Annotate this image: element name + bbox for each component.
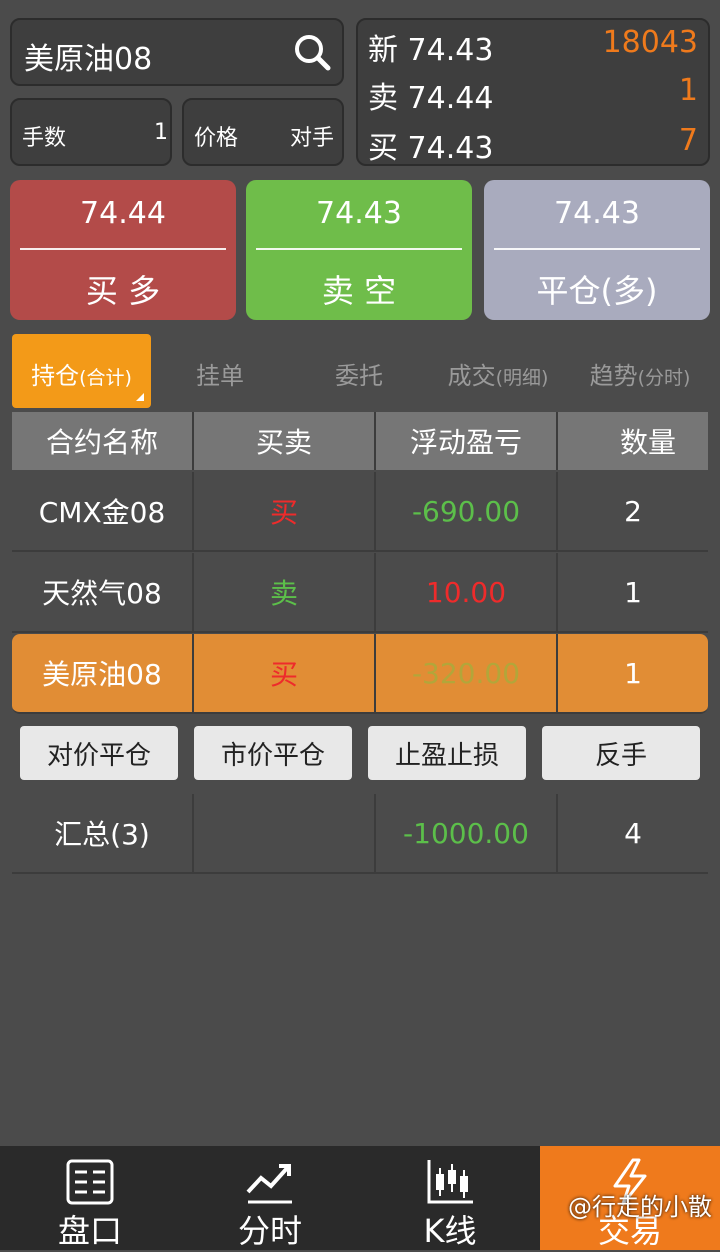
quote-ask-label: 卖 74.44 bbox=[368, 81, 494, 116]
summary-label: 汇总(3) bbox=[54, 818, 150, 851]
row-contract: 天然气08 bbox=[42, 577, 162, 610]
symbol-name: 美原油08 bbox=[24, 42, 153, 77]
tab-trend[interactable]: 趋势(分时) bbox=[570, 334, 710, 408]
order-book-icon bbox=[66, 1159, 114, 1205]
close-at-counter-price-button[interactable]: 对价平仓 bbox=[20, 726, 178, 780]
row-pnl: 10.00 bbox=[374, 553, 556, 631]
table-row[interactable]: 天然气08 卖 10.00 1 bbox=[12, 553, 708, 633]
summary-row: 汇总(3) -1000.00 4 bbox=[12, 794, 708, 874]
row-qty: 1 bbox=[556, 634, 708, 712]
summary-pnl: -1000.00 bbox=[374, 794, 556, 872]
take-profit-stop-loss-button[interactable]: 止盈止损 bbox=[368, 726, 526, 780]
close-at-market-button[interactable]: 市价平仓 bbox=[194, 726, 352, 780]
buy-long-label: 买 多 bbox=[85, 272, 161, 310]
row-side: 卖 bbox=[192, 553, 374, 631]
search-icon[interactable] bbox=[292, 32, 332, 72]
close-long-price: 74.43 bbox=[554, 196, 640, 231]
tab-trend-sub: (分时) bbox=[637, 367, 691, 389]
quote-row-last: 新 74.43 18043 bbox=[368, 20, 698, 68]
nav-intraday-label: 分时 bbox=[237, 1212, 302, 1250]
nav-order-book[interactable]: 盘口 bbox=[0, 1146, 180, 1250]
divider bbox=[20, 248, 226, 250]
watermark-text: @行走的小散 bbox=[568, 1193, 712, 1221]
header-side: 买卖 bbox=[192, 412, 374, 470]
lots-value: 1 bbox=[154, 120, 168, 145]
quote-panel: 新 74.43 18043 卖 74.44 1 买 74.43 7 bbox=[356, 18, 710, 166]
quote-last-volume: 18043 bbox=[602, 25, 698, 60]
tab-fills-label: 成交 bbox=[447, 362, 496, 390]
buy-long-price: 74.44 bbox=[80, 196, 166, 231]
nav-order-book-label: 盘口 bbox=[57, 1212, 122, 1250]
close-long-label: 平仓(多) bbox=[536, 272, 658, 310]
row-pnl: -690.00 bbox=[374, 472, 556, 550]
header-pnl: 浮动盈亏 bbox=[374, 412, 556, 470]
row-contract: 美原油08 bbox=[42, 658, 162, 691]
lots-label: 手数 bbox=[22, 126, 67, 151]
quote-ask-volume: 1 bbox=[678, 73, 698, 108]
quote-bid-label: 买 74.43 bbox=[368, 131, 494, 166]
nav-kline[interactable]: K线 bbox=[360, 1146, 540, 1250]
tab-pending-label: 挂单 bbox=[196, 362, 244, 390]
quote-row-bid: 买 74.43 7 bbox=[368, 118, 698, 166]
trend-chart-icon bbox=[246, 1164, 292, 1204]
table-row[interactable]: CMX金08 买 -690.00 2 bbox=[12, 472, 708, 552]
tab-fills-sub: (明细) bbox=[495, 367, 549, 389]
row-pnl: -320.00 bbox=[374, 634, 556, 712]
divider bbox=[494, 248, 700, 250]
nav-kline-label: K线 bbox=[423, 1212, 477, 1250]
tab-orders[interactable]: 委托 bbox=[294, 334, 424, 408]
quote-row-ask: 卖 74.44 1 bbox=[368, 68, 698, 116]
quote-last-label: 新 74.43 bbox=[368, 33, 494, 68]
tab-positions-label: 持仓 bbox=[31, 362, 80, 390]
tab-positions-sub: (合计) bbox=[79, 367, 132, 389]
reverse-position-button[interactable]: 反手 bbox=[542, 726, 700, 780]
row-qty: 1 bbox=[556, 553, 708, 631]
price-field[interactable]: 价格 对手 bbox=[182, 98, 344, 166]
buy-long-button[interactable]: 74.44 买 多 bbox=[10, 180, 236, 320]
lots-field[interactable]: 手数 1 bbox=[10, 98, 172, 166]
tab-fills[interactable]: 成交(明细) bbox=[430, 334, 566, 408]
row-contract: CMX金08 bbox=[38, 496, 166, 529]
sell-short-price: 74.43 bbox=[316, 196, 402, 231]
row-side: 买 bbox=[192, 472, 374, 550]
summary-side-empty bbox=[192, 794, 374, 872]
divider bbox=[256, 248, 462, 250]
symbol-search-box[interactable]: 美原油08 bbox=[10, 18, 344, 86]
sell-short-label: 卖 空 bbox=[321, 272, 397, 310]
tab-positions[interactable]: 持仓(合计) bbox=[12, 334, 151, 408]
header-qty: 数量 bbox=[556, 412, 708, 470]
tab-trend-label: 趋势 bbox=[589, 362, 638, 390]
summary-qty: 4 bbox=[556, 794, 708, 872]
price-label: 价格 bbox=[194, 126, 239, 151]
quote-bid-volume: 7 bbox=[678, 123, 698, 158]
price-value: 对手 bbox=[289, 126, 334, 151]
tab-orders-label: 委托 bbox=[335, 362, 383, 390]
close-long-button[interactable]: 74.43 平仓(多) bbox=[484, 180, 710, 320]
row-side: 买 bbox=[192, 634, 374, 712]
sell-short-button[interactable]: 74.43 卖 空 bbox=[246, 180, 472, 320]
table-row-selected[interactable]: 美原油08 买 -320.00 1 bbox=[12, 634, 708, 714]
row-qty: 2 bbox=[556, 472, 708, 550]
positions-table-header: 合约名称 买卖 浮动盈亏 数量 bbox=[12, 412, 708, 470]
candlestick-icon bbox=[427, 1160, 473, 1204]
header-contract: 合约名称 bbox=[45, 426, 158, 459]
tab-pending[interactable]: 挂单 bbox=[155, 334, 285, 408]
nav-intraday[interactable]: 分时 bbox=[180, 1146, 360, 1250]
